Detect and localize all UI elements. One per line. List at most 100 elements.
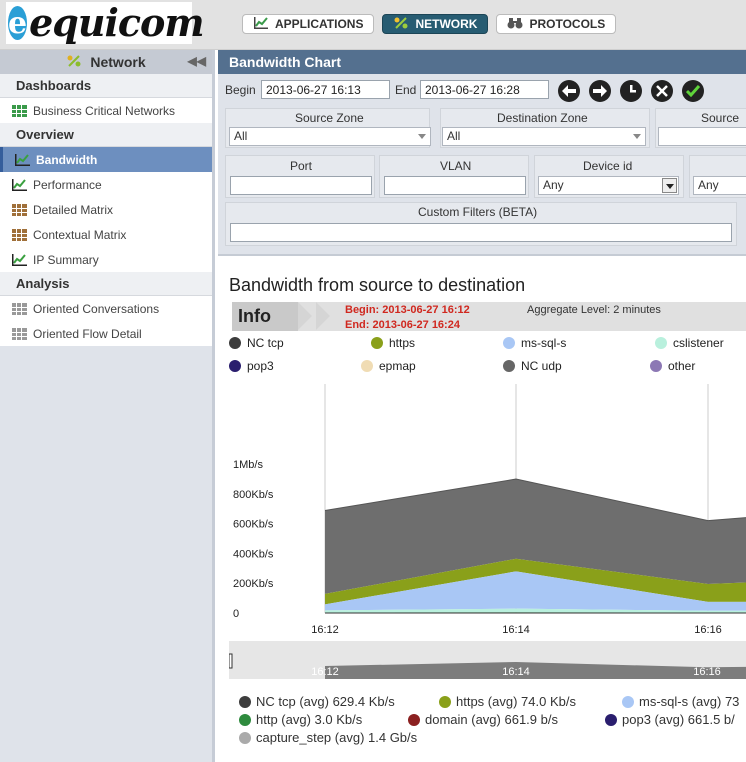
- section-analysis: Analysis: [0, 272, 212, 296]
- legend-item[interactable]: cslistener: [655, 336, 724, 350]
- sidebar-item-business-critical-networks[interactable]: Business Critical Networks: [0, 98, 212, 123]
- legend-item[interactable]: NC tcp: [229, 336, 284, 350]
- aggregate-level: Aggregate Level: 2 minutes: [527, 304, 661, 316]
- port-input[interactable]: [230, 176, 372, 195]
- collapse-sidebar-icon[interactable]: ◀◀: [188, 54, 206, 68]
- legend-dot: [239, 695, 251, 708]
- clear-button[interactable]: [651, 80, 673, 102]
- summary-item: capture_step (avg) 1.4 Gb/s: [239, 730, 417, 745]
- source-zone-select[interactable]: All: [229, 127, 431, 146]
- navigator-tick-label: 16:14: [502, 666, 530, 678]
- device-id-select[interactable]: Any: [538, 176, 679, 195]
- sidebar-item-label: Performance: [33, 177, 102, 192]
- filter-panel: Begin End Source Zone All Destination Zo…: [218, 74, 746, 256]
- tab-applications[interactable]: APPLICATIONS: [242, 14, 375, 34]
- previous-button[interactable]: [558, 80, 580, 102]
- time-navigator[interactable]: 16:12 16:14 16:16: [228, 641, 746, 679]
- legend-item[interactable]: ms-sql-s: [503, 336, 566, 350]
- chevron-right-icon: [316, 302, 330, 330]
- sidebar-item-label: Business Critical Networks: [33, 103, 176, 118]
- bandwidth-chart: 0 200Kb/s 400Kb/s 600Kb/s 800Kb/s 1Mb/s 16:12 1…: [233, 384, 746, 636]
- sidebar-item-bandwidth[interactable]: Bandwidth: [0, 147, 212, 172]
- navigator-area: [325, 662, 746, 679]
- close-icon: [656, 85, 668, 97]
- legend-dot: [503, 360, 515, 372]
- y-tick-label: 400Kb/s: [233, 548, 274, 560]
- legend-dot: [605, 713, 617, 726]
- legend-item[interactable]: pop3: [229, 359, 274, 373]
- summary-label: domain (avg) 661.9 b/s: [425, 712, 558, 727]
- check-icon: [686, 85, 700, 97]
- equicom-logo[interactable]: e equicom: [6, 2, 205, 44]
- extra-filter-select[interactable]: Any: [693, 176, 746, 195]
- source-zone-value: All: [234, 129, 248, 143]
- legend-label: cslistener: [673, 336, 724, 350]
- sidebar-item-oriented-flow-detail[interactable]: Oriented Flow Detail: [0, 321, 212, 346]
- sidebar-item-label: Contextual Matrix: [33, 227, 127, 242]
- summary-label: ms-sql-s (avg) 73: [639, 694, 740, 709]
- top-header: e equicom APPLICATIONS NETWORK PROTOCOLS: [0, 0, 746, 50]
- legend-label: NC udp: [521, 359, 562, 373]
- legend-item[interactable]: https: [371, 336, 415, 350]
- sidebar-item-performance[interactable]: Performance: [0, 172, 212, 197]
- legend-label: NC tcp: [247, 336, 284, 350]
- legend-label: ms-sql-s: [521, 336, 567, 350]
- legend-dot: [361, 360, 373, 372]
- x-tick-label: 16:16: [694, 624, 722, 636]
- chart-icon: [15, 153, 30, 166]
- legend-item[interactable]: other: [650, 359, 695, 373]
- summary-item: https (avg) 74.0 Kb/s: [439, 694, 576, 709]
- section-overview: Overview: [0, 123, 212, 147]
- chevron-down-icon: [633, 134, 641, 139]
- source-select[interactable]: [658, 127, 746, 146]
- next-button[interactable]: [589, 80, 611, 102]
- chart-icon: [12, 178, 27, 191]
- tab-protocols-label: PROTOCOLS: [529, 17, 606, 31]
- navigator-tick-label: 16:12: [311, 666, 339, 678]
- destination-zone-select[interactable]: All: [442, 127, 646, 146]
- logo-mark: e: [8, 5, 28, 41]
- sidebar: Network ◀◀ Dashboards Business Critical …: [0, 50, 215, 762]
- network-icon: [393, 16, 409, 33]
- apply-button[interactable]: [682, 80, 704, 102]
- sidebar-item-ip-summary[interactable]: IP Summary: [0, 247, 212, 272]
- sidebar-item-detailed-matrix[interactable]: Detailed Matrix: [0, 197, 212, 222]
- sidebar-item-contextual-matrix[interactable]: Contextual Matrix: [0, 222, 212, 247]
- sidebar-item-oriented-conversations[interactable]: Oriented Conversations: [0, 296, 212, 321]
- binoculars-icon: [507, 16, 523, 33]
- extra-filter-value: Any: [698, 178, 719, 192]
- arrow-left-icon: [562, 85, 576, 97]
- device-id-label: Device id: [583, 159, 633, 173]
- clock-icon: [630, 85, 636, 93]
- end-datetime-input[interactable]: [420, 80, 549, 99]
- page-title: Bandwidth Chart: [218, 50, 746, 74]
- time-button[interactable]: [620, 80, 642, 102]
- grid-icon: [12, 104, 27, 117]
- summary-item: NC tcp (avg) 629.4 Kb/s: [239, 694, 395, 709]
- navigator-preview: 16:12 16:14 16:16: [228, 653, 746, 679]
- y-tick-label: 600Kb/s: [233, 519, 274, 531]
- chart-title: Bandwidth from source to destination: [229, 275, 526, 295]
- sidebar-title: Network: [90, 54, 146, 70]
- begin-datetime-input[interactable]: [261, 80, 390, 99]
- legend-item[interactable]: NC udp: [503, 359, 562, 373]
- tab-protocols[interactable]: PROTOCOLS: [496, 14, 617, 34]
- tab-network[interactable]: NETWORK: [382, 14, 489, 34]
- legend-label: epmap: [379, 359, 416, 373]
- source-label: Source: [701, 111, 740, 125]
- sidebar-item-label: IP Summary: [33, 252, 99, 267]
- summary-item: domain (avg) 661.9 b/s: [408, 712, 558, 727]
- custom-filters-input[interactable]: [230, 223, 732, 242]
- custom-filters-label: Custom Filters (BETA): [418, 205, 538, 219]
- chevron-down-icon[interactable]: [662, 178, 677, 193]
- legend-label: https: [389, 336, 416, 350]
- sidebar-header: Network ◀◀: [0, 50, 212, 74]
- legend-dot: [439, 695, 451, 708]
- vlan-input[interactable]: [384, 176, 526, 195]
- sidebar-item-label: Detailed Matrix: [33, 202, 114, 217]
- main-nav: APPLICATIONS NETWORK PROTOCOLS: [242, 14, 617, 34]
- destination-zone-label: Destination Zone: [497, 111, 588, 125]
- legend-item[interactable]: epmap: [361, 359, 416, 373]
- summary-label: NC tcp (avg) 629.4 Kb/s: [256, 694, 395, 709]
- legend-dot: [503, 337, 515, 349]
